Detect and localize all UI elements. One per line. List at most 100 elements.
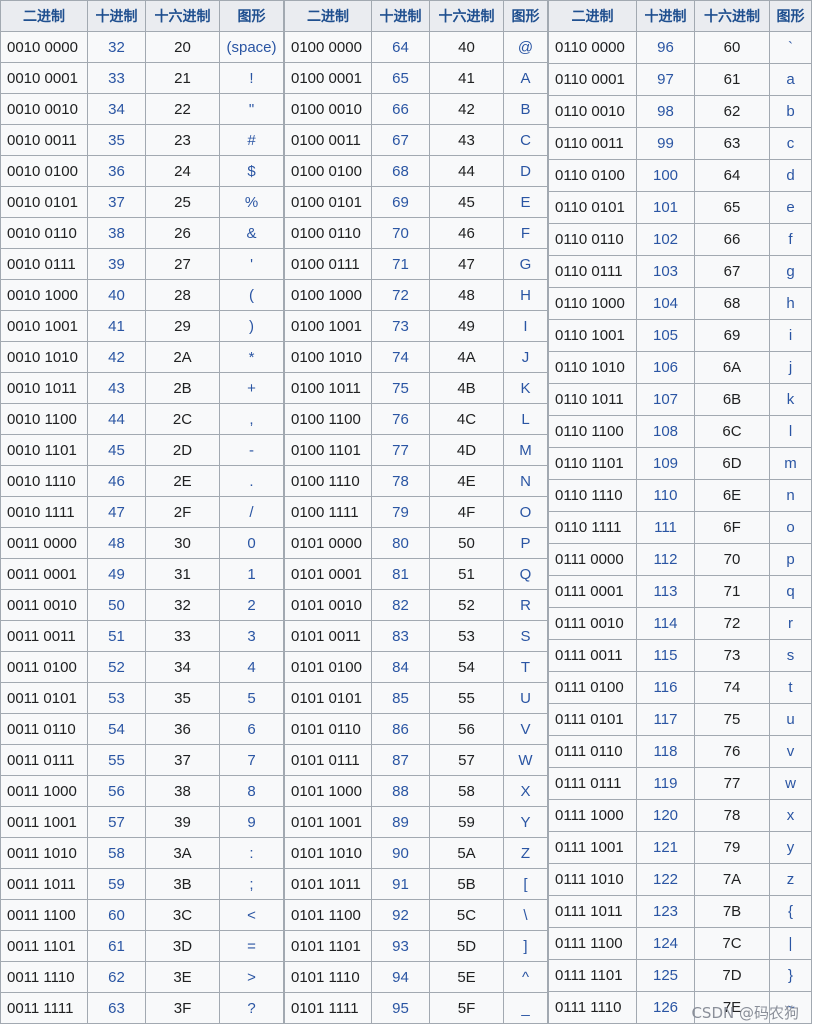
decimal-cell: 46 <box>87 465 146 497</box>
table-row: 0101 1101 93 5D] <box>284 930 548 962</box>
glyph-cell: v <box>769 735 812 768</box>
glyph-cell: R <box>503 589 548 621</box>
glyph-cell: N <box>503 465 548 497</box>
decimal-cell: 76 <box>371 403 430 435</box>
glyph-cell: F <box>503 217 548 249</box>
hex-cell: 37 <box>145 744 220 776</box>
hex-cell: 2F <box>145 496 220 528</box>
decimal-cell: 84 <box>371 651 430 683</box>
binary-cell: 0110 0010 <box>548 95 637 128</box>
decimal-cell: 74 <box>371 341 430 373</box>
binary-cell: 0100 1110 <box>284 465 372 497</box>
decimal-cell: 98 <box>636 95 695 128</box>
binary-cell: 0011 0111 <box>0 744 88 776</box>
glyph-cell: = <box>219 930 284 962</box>
table-row: 0010 0111 39 27 ' <box>0 248 284 280</box>
decimal-cell: 50 <box>87 589 146 621</box>
binary-cell: 0010 1101 <box>0 434 88 466</box>
hex-cell: 73 <box>694 639 770 672</box>
decimal-cell: 70 <box>371 217 430 249</box>
table-row: 0111 0011 115 73 s <box>548 639 812 672</box>
table-row: 0011 1001 57 39 9 <box>0 806 284 838</box>
glyph-cell: $ <box>219 155 284 187</box>
table-row: 0011 1100 60 3C < <box>0 899 284 931</box>
binary-cell: 0010 0011 <box>0 124 88 156</box>
decimal-cell: 113 <box>636 575 695 608</box>
hex-cell: 36 <box>145 713 220 745</box>
decimal-cell: 91 <box>371 868 430 900</box>
hex-cell: 46 <box>429 217 504 249</box>
decimal-cell: 44 <box>87 403 146 435</box>
table-row: 0110 0001 97 61 a <box>548 63 812 96</box>
hex-cell: 5B <box>429 868 504 900</box>
binary-cell: 0101 1011 <box>284 868 372 900</box>
decimal-cell: 82 <box>371 589 430 621</box>
glyph-cell: (space) <box>219 31 284 63</box>
hex-cell: 2A <box>145 341 220 373</box>
decimal-cell: 68 <box>371 155 430 187</box>
glyph-cell: ? <box>219 992 284 1024</box>
decimal-cell: 35 <box>87 124 146 156</box>
glyph-cell: b <box>769 95 812 128</box>
table-row: 0011 1101 61 3D = <box>0 930 284 962</box>
table-header-row: 二进制 十进制 十六进制 图形 <box>0 0 284 32</box>
table-row: 0101 1011 91 5B[ <box>284 868 548 900</box>
table-row: 0011 0101 53 35 5 <box>0 682 284 714</box>
hex-cell: 2E <box>145 465 220 497</box>
table-row: 0101 0001 81 51 Q <box>284 558 548 590</box>
header-glyph: 图形 <box>219 0 284 32</box>
table-row: 0110 0000 96 60 ` <box>548 31 812 64</box>
hex-cell: 5F <box>429 992 504 1024</box>
hex-cell: 5C <box>429 899 504 931</box>
table-row: 0010 1101 45 2D - <box>0 434 284 466</box>
glyph-cell: C <box>503 124 548 156</box>
glyph-cell: S <box>503 620 548 652</box>
decimal-cell: 114 <box>636 607 695 640</box>
hex-cell: 79 <box>694 831 770 864</box>
table-row: 0011 1000 56 38 8 <box>0 775 284 807</box>
table-row: 0110 1110 110 6E n <box>548 479 812 512</box>
table-row: 0111 0001 113 71 q <box>548 575 812 608</box>
binary-cell: 0010 1011 <box>0 372 88 404</box>
hex-cell: 41 <box>429 62 504 94</box>
hex-cell: 53 <box>429 620 504 652</box>
binary-cell: 0100 0011 <box>284 124 372 156</box>
decimal-cell: 101 <box>636 191 695 224</box>
binary-cell: 0111 0101 <box>548 703 637 736</box>
table-row: 0100 0001 65 41 A <box>284 62 548 94</box>
table-row: 0100 1010 74 4A J <box>284 341 548 373</box>
binary-cell: 0100 0001 <box>284 62 372 94</box>
table-row: 0010 0110 38 26 & <box>0 217 284 249</box>
glyph-cell: l <box>769 415 812 448</box>
decimal-cell: 34 <box>87 93 146 125</box>
binary-cell: 0110 1101 <box>548 447 637 480</box>
glyph-cell: L <box>503 403 548 435</box>
decimal-cell: 86 <box>371 713 430 745</box>
decimal-cell: 71 <box>371 248 430 280</box>
binary-cell: 0100 0110 <box>284 217 372 249</box>
glyph-cell: , <box>219 403 284 435</box>
decimal-cell: 38 <box>87 217 146 249</box>
decimal-cell: 121 <box>636 831 695 864</box>
glyph-cell: w <box>769 767 812 800</box>
binary-cell: 0101 0111 <box>284 744 372 776</box>
table-row: 0011 0111 55 37 7 <box>0 744 284 776</box>
glyph-cell: _ <box>503 992 548 1024</box>
decimal-cell: 58 <box>87 837 146 869</box>
hex-cell: 59 <box>429 806 504 838</box>
decimal-cell: 52 <box>87 651 146 683</box>
hex-cell: 77 <box>694 767 770 800</box>
table-row: 0010 1000 40 28( <box>0 279 284 311</box>
header-decimal: 十进制 <box>87 0 146 32</box>
decimal-cell: 75 <box>371 372 430 404</box>
table-row: 0011 1110 62 3E > <box>0 961 284 993</box>
binary-cell: 0110 1010 <box>548 351 637 384</box>
glyph-cell: 0 <box>219 527 284 559</box>
glyph-cell: + <box>219 372 284 404</box>
table-row: 0110 1011 107 6B k <box>548 383 812 416</box>
hex-cell: 71 <box>694 575 770 608</box>
hex-cell: 6B <box>694 383 770 416</box>
glyph-cell: { <box>769 895 812 928</box>
hex-cell: 6D <box>694 447 770 480</box>
decimal-cell: 39 <box>87 248 146 280</box>
